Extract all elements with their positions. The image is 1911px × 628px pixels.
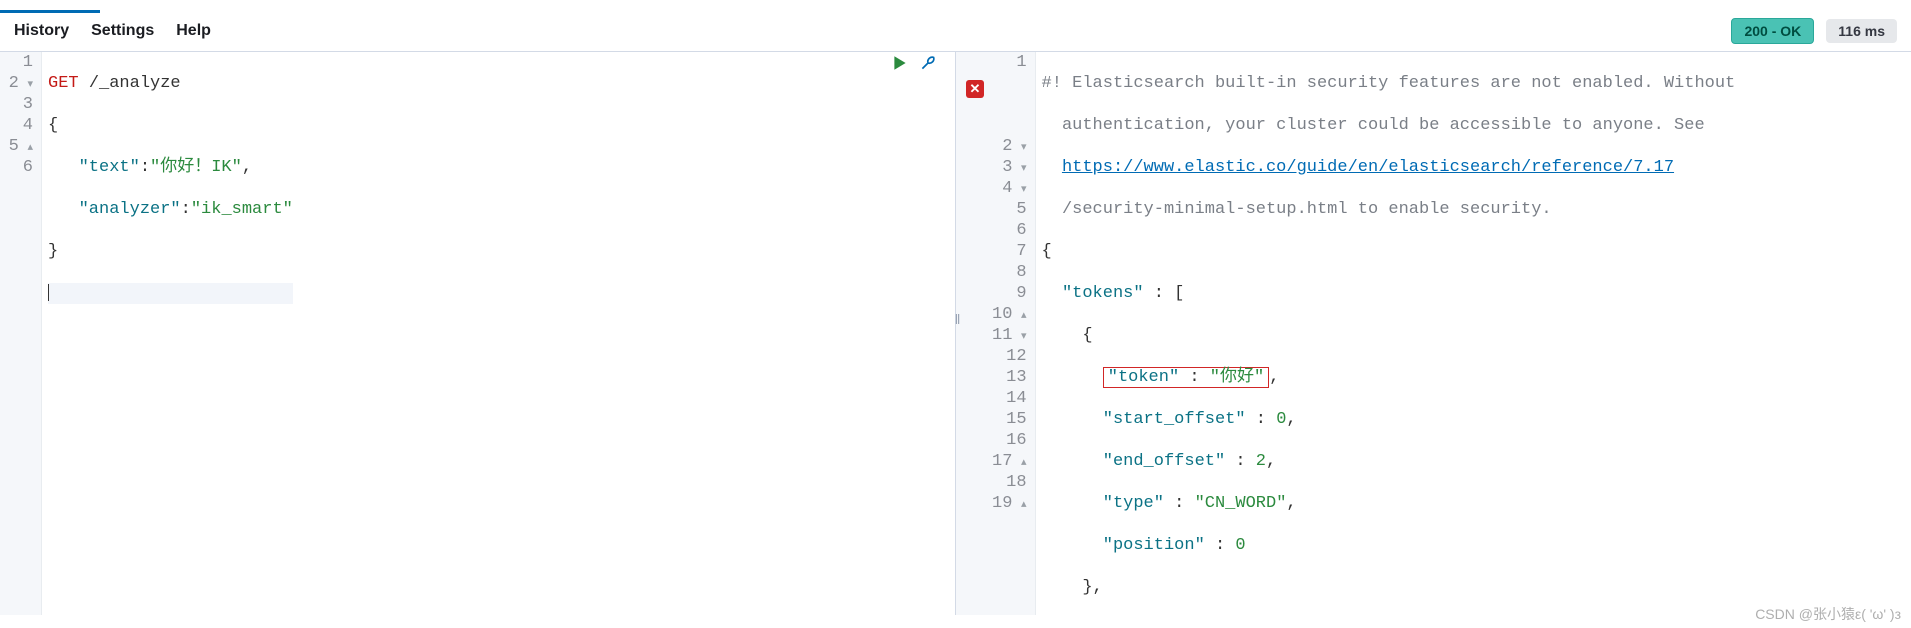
wrench-icon[interactable] [919,54,937,78]
response-pane[interactable]: ✕ 1 2 ▾ 3 ▾ 4 ▾ 5 6 7 8 9 10 ▴ 11 ▾ 12 1… [956,52,1911,615]
toolbar: History Settings Help 200 - OK 116 ms [0,10,1911,51]
play-icon[interactable] [891,54,909,78]
pane-splitter[interactable]: ‖ [955,311,957,327]
request-gutter: 1 2 ▾ 3 4 5 ▴ 6 [0,52,42,615]
nav-settings[interactable]: Settings [91,22,154,40]
nav-right: 200 - OK 116 ms [1731,18,1897,44]
nav-history[interactable]: History [14,22,69,40]
active-tab-indicator [0,10,100,13]
request-pane[interactable]: 1 2 ▾ 3 4 5 ▴ 6 GET /_analyze { "text":"… [0,52,956,615]
timing-badge: 116 ms [1826,19,1897,43]
text-cursor [48,284,49,301]
watermark: CSDN @张小猿ε( 'ω' )з [1755,604,1901,624]
highlight-token-1: "token" : "你好" [1103,367,1269,388]
response-code: #! Elasticsearch built-in security featu… [1036,52,1736,615]
response-gutter: 1 2 ▾ 3 ▾ 4 ▾ 5 6 7 8 9 10 ▴ 11 ▾ 12 13 … [956,52,1036,615]
split-panes: 1 2 ▾ 3 4 5 ▴ 6 GET /_analyze { "text":"… [0,51,1911,615]
nav-left: History Settings Help [14,22,211,40]
http-method: GET [48,74,79,93]
error-icon[interactable]: ✕ [966,80,984,98]
status-badge: 200 - OK [1731,18,1814,44]
request-code[interactable]: GET /_analyze { "text":"你好！IK", "analyze… [42,52,293,615]
nav-help[interactable]: Help [176,22,211,40]
